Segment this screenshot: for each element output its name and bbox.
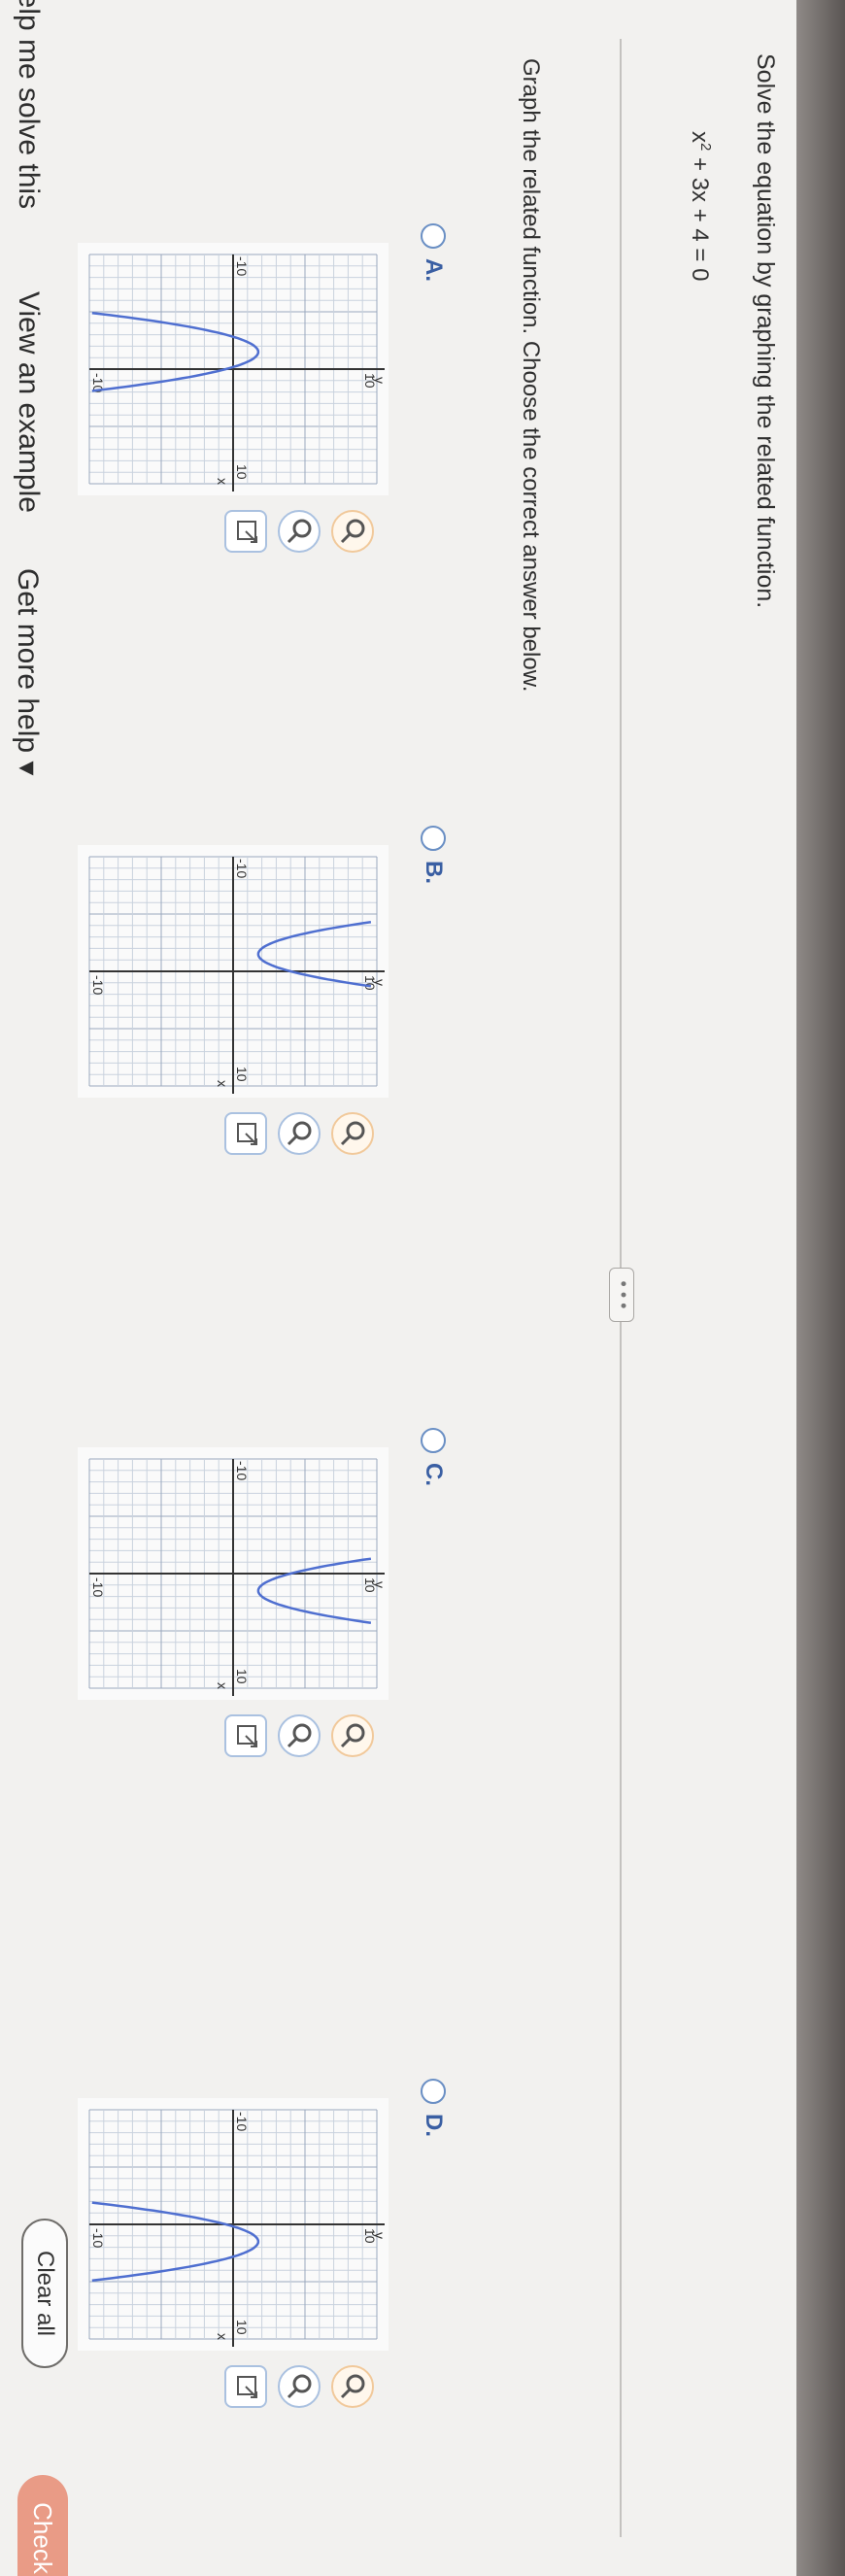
radio-d[interactable] <box>421 2079 446 2104</box>
equation-rest: + 3x + 4 = 0 <box>687 157 713 282</box>
zoom-in-icon[interactable] <box>331 1112 374 1155</box>
zoom-out-icon[interactable] <box>278 1714 321 1757</box>
x-axis-label: x <box>215 1080 230 1087</box>
y-axis-label: y <box>372 979 388 986</box>
x-tick-min-label: -10 <box>234 256 250 276</box>
x-axis-label: x <box>215 2333 230 2340</box>
equation-exponent: 2 <box>697 143 714 152</box>
radio-b[interactable] <box>421 826 446 851</box>
graph-a: -101010-10xy <box>78 243 389 495</box>
expand-icon[interactable] <box>224 510 267 553</box>
x-tick-max-label: 10 <box>234 1669 250 1684</box>
option-label-a: A. <box>421 258 447 282</box>
x-tick-min-label: -10 <box>234 2112 250 2131</box>
zoom-out-icon[interactable] <box>278 1112 321 1155</box>
equation-base: x <box>687 131 713 143</box>
get-more-help-link[interactable]: Get more help ▾ <box>11 568 45 776</box>
answer-option-d[interactable]: D. -10 10 10 -10 x y <box>39 2079 447 2409</box>
footer-bar: Help me solve this View an example Get m… <box>0 0 58 2576</box>
answer-option-b[interactable]: B. -10 10 10 -10 x y <box>39 826 447 1156</box>
x-tick-max-label: 10 <box>234 464 250 480</box>
option-label-d: D. <box>421 2114 447 2137</box>
zoom-in-icon[interactable] <box>331 2365 374 2408</box>
zoom-in-icon[interactable] <box>331 1714 374 1757</box>
x-tick-min-label: -10 <box>234 859 250 878</box>
clear-all-button[interactable]: Clear all <box>21 2219 68 2368</box>
zoom-in-icon[interactable] <box>331 510 374 553</box>
y-axis-label: y <box>372 1581 388 1588</box>
x-axis-label: x <box>215 478 230 485</box>
expand-ellipsis-button[interactable]: • • • <box>609 1268 634 1322</box>
x-tick-max-label: 10 <box>234 2320 250 2335</box>
equation: x2 + 3x + 4 = 0 <box>686 131 714 281</box>
y-tick-min-label: -10 <box>90 975 106 995</box>
help-me-solve-link[interactable]: Help me solve this <box>12 0 45 209</box>
y-tick-min-label: -10 <box>90 2228 106 2248</box>
y-axis-label: y <box>372 377 388 384</box>
instruction-text: Solve the equation by graphing the relat… <box>752 53 779 609</box>
y-tick-min-label: -10 <box>90 1577 106 1597</box>
expand-icon[interactable] <box>224 2365 267 2408</box>
graph-b: -101010-10xy <box>78 845 389 1098</box>
view-example-link[interactable]: View an example <box>12 291 45 513</box>
question-text: Graph the related function. Choose the c… <box>518 58 544 693</box>
zoom-out-icon[interactable] <box>278 2365 321 2408</box>
question-panel: Solve the equation by graphing the relat… <box>0 0 845 2576</box>
x-axis-label: x <box>215 1682 230 1689</box>
option-label-c: C. <box>421 1463 447 1486</box>
expand-icon[interactable] <box>224 1112 267 1155</box>
graph-d: -101010-10xy <box>78 2098 389 2351</box>
radio-c[interactable] <box>421 1428 446 1453</box>
answer-option-c[interactable]: C. -10 10 10 -10 x y <box>39 1428 447 1758</box>
x-tick-max-label: 10 <box>234 1067 250 1082</box>
answer-option-a[interactable]: A. -10 10 10 -10 x y <box>39 223 447 554</box>
radio-a[interactable] <box>421 223 446 249</box>
zoom-out-icon[interactable] <box>278 510 321 553</box>
option-label-b: B. <box>421 861 447 884</box>
expand-icon[interactable] <box>224 1714 267 1757</box>
y-axis-label: y <box>372 2232 388 2239</box>
x-tick-min-label: -10 <box>234 1461 250 1480</box>
screen-edge <box>796 0 845 2576</box>
check-button[interactable]: Check <box>17 2475 68 2576</box>
graph-c: -101010-10xy <box>78 1447 389 1700</box>
